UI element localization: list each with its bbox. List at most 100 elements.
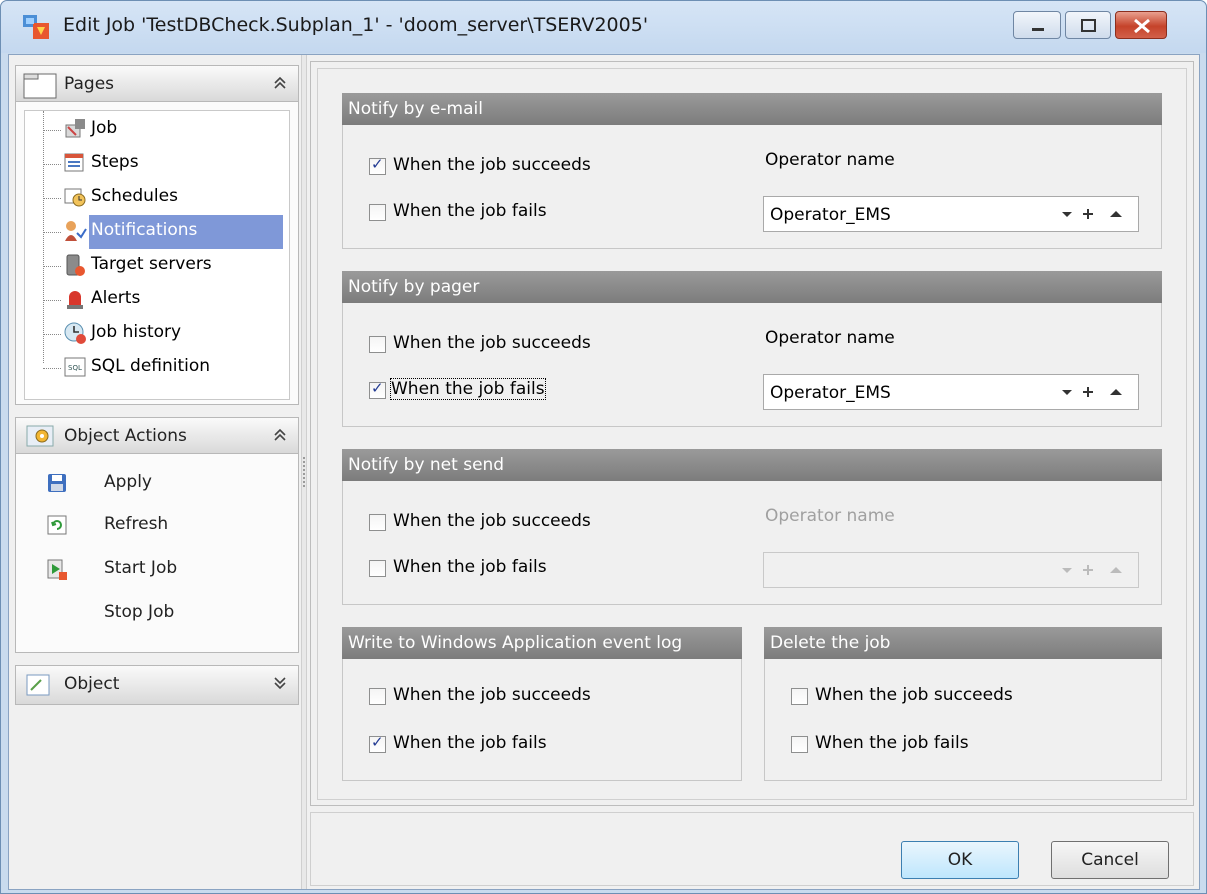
chevron-down-icon (1062, 390, 1072, 395)
schedules-icon (64, 188, 86, 207)
tree-item-label: SQL definition (91, 356, 211, 376)
start-job-icon (47, 559, 67, 580)
refresh-icon (47, 515, 67, 535)
tree-item-job[interactable]: Job (25, 113, 289, 147)
close-button[interactable] (1115, 11, 1167, 39)
pager-fails-label[interactable]: When the job fails (390, 378, 546, 400)
tree-item-steps[interactable]: Steps (25, 147, 289, 181)
delete-fails-checkbox[interactable] (791, 736, 808, 753)
app-icon (23, 15, 49, 39)
gears-icon (26, 425, 54, 447)
netsend-succeeds-label[interactable]: When the job succeeds (393, 511, 591, 531)
netsend-fails-checkbox[interactable] (369, 560, 386, 577)
refresh-action[interactable]: Refresh (16, 506, 298, 546)
collapse-up-icon[interactable] (272, 74, 288, 92)
refresh-label: Refresh (104, 514, 169, 534)
group-title: Notify by e-mail (342, 93, 1162, 125)
notify-pager-group: Notify by pager When the job succeeds Wh… (342, 271, 1162, 427)
delete-job-group: Delete the job When the job succeeds Whe… (764, 627, 1162, 781)
pager-fails-checkbox[interactable] (369, 379, 386, 399)
target-servers-icon (66, 254, 85, 276)
delete-succeeds-checkbox[interactable] (791, 688, 808, 705)
tree-item-job-history[interactable]: Job history (25, 317, 289, 351)
expand-down-icon[interactable] (272, 674, 288, 692)
object-panel-title: Object (64, 674, 120, 694)
dialog-body: Pages Job Steps Schedules Notifications … (8, 54, 1200, 890)
object-panel: Object (15, 665, 299, 705)
tree-item-notifications[interactable]: Notifications (25, 215, 289, 249)
notifications-page: Notify by e-mail When the job succeeds W… (310, 61, 1194, 806)
start-job-label: Start Job (104, 558, 178, 578)
pager-operator-value: Operator_EMS (770, 383, 891, 403)
email-succeeds-checkbox[interactable] (369, 155, 386, 175)
tree-item-schedules[interactable]: Schedules (25, 181, 289, 215)
tree-item-sql-definition[interactable]: SQL SQL definition (25, 351, 289, 385)
collapse-up-icon[interactable] (272, 426, 288, 444)
apply-label: Apply (104, 472, 152, 492)
object-actions-title: Object Actions (64, 426, 187, 446)
eventlog-fails-checkbox[interactable] (369, 733, 386, 753)
splitter-grip[interactable] (303, 457, 305, 487)
netsend-succeeds-checkbox[interactable] (369, 514, 386, 531)
steps-icon (64, 153, 84, 172)
group-title: Notify by net send (342, 449, 1162, 481)
plus-icon (1083, 565, 1093, 575)
eventlog-fails-label[interactable]: When the job fails (393, 733, 547, 753)
combo-buttons (1062, 565, 1122, 575)
notify-email-group: Notify by e-mail When the job succeeds W… (342, 93, 1162, 249)
job-history-icon (64, 322, 86, 344)
tree-item-label: Schedules (91, 186, 178, 206)
notifications-icon (65, 221, 87, 241)
email-fails-checkbox[interactable] (369, 204, 386, 221)
pages-panel-title: Pages (64, 74, 115, 94)
email-succeeds-label[interactable]: When the job succeeds (393, 155, 591, 175)
object-actions-header[interactable]: Object Actions (16, 418, 298, 454)
pages-panel: Pages Job Steps Schedules Notifications … (15, 65, 299, 405)
plus-icon (1083, 387, 1093, 397)
sql-definition-icon: SQL (64, 357, 86, 377)
tree-item-label: Target servers (91, 254, 212, 274)
object-actions-panel: Object Actions Apply Refresh Start Job S… (15, 417, 299, 653)
minimize-button[interactable] (1013, 11, 1061, 39)
netsend-operator-label: Operator name (765, 506, 895, 526)
alerts-icon (67, 291, 83, 309)
netsend-fails-label[interactable]: When the job fails (393, 557, 547, 577)
combo-buttons[interactable] (1062, 206, 1126, 222)
combo-buttons[interactable] (1062, 384, 1126, 400)
eventlog-succeeds-label[interactable]: When the job succeeds (393, 685, 591, 705)
ok-button[interactable]: OK (901, 841, 1019, 879)
pages-icon (23, 73, 57, 99)
pager-succeeds-checkbox[interactable] (369, 336, 386, 353)
group-title: Delete the job (764, 627, 1162, 659)
pager-operator-combo[interactable]: Operator_EMS (763, 374, 1139, 410)
object-panel-header[interactable]: Object (16, 666, 298, 704)
cancel-button[interactable]: Cancel (1051, 841, 1169, 879)
pager-succeeds-label[interactable]: When the job succeeds (393, 333, 591, 353)
edit-job-window: Edit Job 'TestDBCheck.Subplan_1' - 'doom… (0, 0, 1207, 894)
delete-succeeds-label[interactable]: When the job succeeds (815, 685, 1013, 705)
tree-item-target-servers[interactable]: Target servers (25, 249, 289, 283)
email-operator-value: Operator_EMS (770, 205, 891, 225)
tree-item-alerts[interactable]: Alerts (25, 283, 289, 317)
title-bar[interactable]: Edit Job 'TestDBCheck.Subplan_1' - 'doom… (1, 1, 1206, 53)
pages-tree: Job Steps Schedules Notifications Target… (24, 110, 290, 400)
pages-panel-header[interactable]: Pages (16, 66, 298, 102)
delete-fails-label[interactable]: When the job fails (815, 733, 969, 753)
job-icon (65, 119, 85, 138)
tree-item-label: Notifications (89, 215, 283, 249)
eventlog-succeeds-checkbox[interactable] (369, 688, 386, 705)
tree-item-label: Steps (91, 152, 139, 172)
email-fails-label[interactable]: When the job fails (393, 201, 547, 221)
svg-text:SQL: SQL (68, 364, 82, 372)
start-job-action[interactable]: Start Job (16, 550, 298, 590)
button-bar: OK Cancel (310, 812, 1194, 886)
plus-icon (1083, 209, 1093, 219)
notifications-content: Notify by e-mail When the job succeeds W… (317, 68, 1187, 800)
apply-action[interactable]: Apply (16, 464, 298, 504)
tree-item-label: Alerts (91, 288, 141, 308)
netsend-operator-combo (763, 552, 1139, 588)
maximize-button[interactable] (1065, 11, 1111, 39)
email-operator-combo[interactable]: Operator_EMS (763, 196, 1139, 232)
stop-job-action[interactable]: Stop Job (16, 594, 298, 634)
group-title: Write to Windows Application event log (342, 627, 742, 659)
